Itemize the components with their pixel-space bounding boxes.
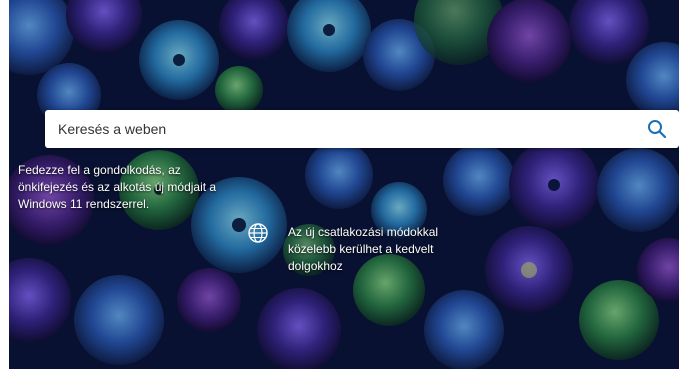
new-tab-page: Fedezze fel a gondolkodás, az önkifejezé… xyxy=(9,0,679,369)
globe-icon xyxy=(248,223,268,243)
promo-text-connections[interactable]: Az új csatlakozási módokkal közelebb ker… xyxy=(288,224,488,275)
web-search-box[interactable] xyxy=(45,110,679,148)
search-icon xyxy=(648,120,667,139)
promo-text-windows11[interactable]: Fedezze fel a gondolkodás, az önkifejezé… xyxy=(18,162,233,213)
search-button[interactable] xyxy=(635,110,679,148)
search-input[interactable] xyxy=(45,120,635,138)
